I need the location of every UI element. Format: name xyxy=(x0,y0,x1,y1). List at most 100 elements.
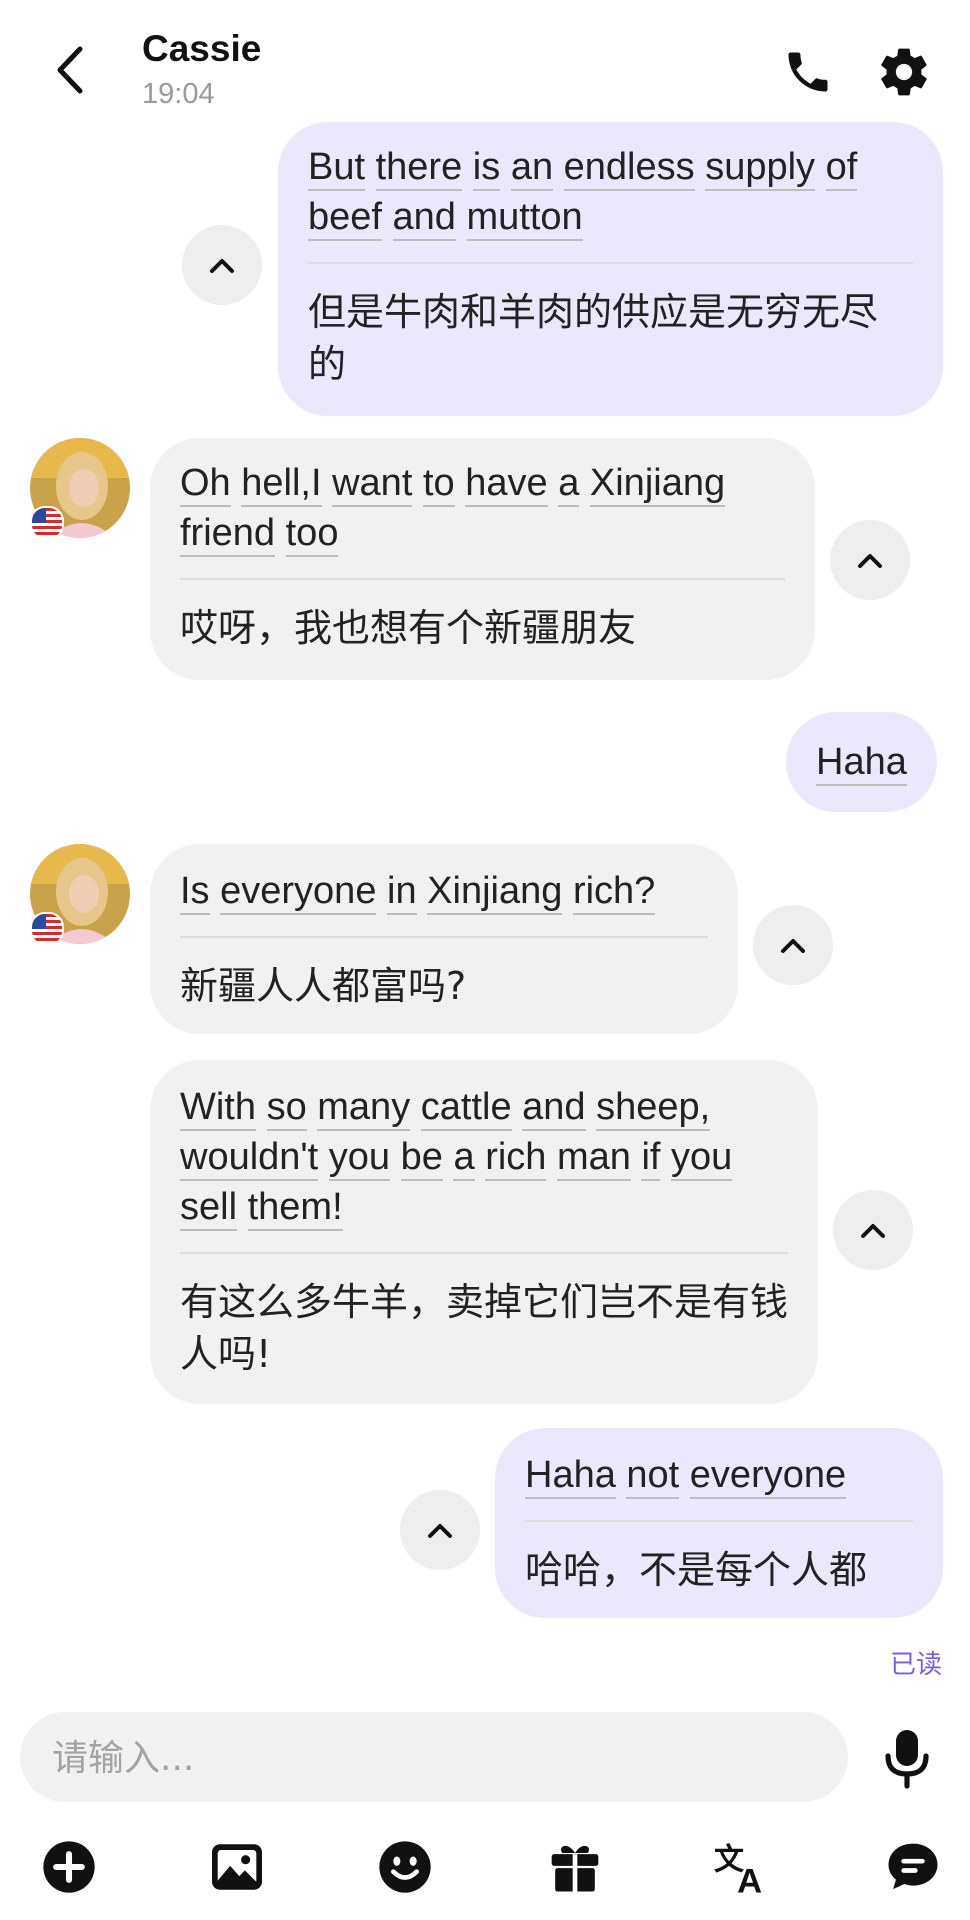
message-bubble-incoming[interactable]: Oh hell,I want to have a Xinjiang friend… xyxy=(150,438,815,680)
word-token[interactable]: sheep, xyxy=(596,1086,711,1131)
collapse-translation-button[interactable] xyxy=(830,520,910,600)
collapse-translation-button[interactable] xyxy=(182,225,262,305)
message-original-text: With so many cattle and sheep, wouldn't … xyxy=(180,1082,788,1232)
word-token[interactable]: With xyxy=(180,1086,256,1131)
translation-divider xyxy=(525,1520,913,1522)
word-token[interactable]: beef xyxy=(308,196,382,241)
call-button[interactable] xyxy=(776,40,840,104)
last-seen-time: 19:04 xyxy=(142,78,215,110)
image-button[interactable] xyxy=(200,1830,274,1904)
chevron-up-icon xyxy=(428,1524,452,1538)
word-token[interactable]: hell,I xyxy=(241,462,322,507)
word-token[interactable]: want xyxy=(332,462,413,507)
word-token[interactable]: a xyxy=(453,1136,475,1181)
collapse-translation-button[interactable] xyxy=(400,1490,480,1570)
chat-button[interactable] xyxy=(876,1830,950,1904)
word-token[interactable]: everyone xyxy=(689,1454,847,1499)
word-token[interactable]: Haha xyxy=(525,1454,616,1499)
message-bubble-outgoing[interactable]: Haha not everyone 哈哈，不是每个人都 xyxy=(495,1428,943,1618)
word-token[interactable]: them! xyxy=(247,1186,343,1231)
word-token[interactable]: rich? xyxy=(572,870,656,915)
message-input-container xyxy=(20,1712,848,1804)
word-token[interactable]: Xinjiang xyxy=(589,462,726,507)
us-flag-icon xyxy=(30,912,64,946)
word-token[interactable]: friend xyxy=(180,512,276,557)
message-original-text: Haha not everyone xyxy=(525,1450,913,1500)
translation-divider xyxy=(308,262,913,264)
word-token[interactable]: Xinjiang xyxy=(427,870,563,915)
word-token[interactable]: Haha xyxy=(816,741,907,786)
word-token[interactable]: if xyxy=(641,1136,661,1181)
message-translation-text: 哈哈，不是每个人都 xyxy=(525,1548,868,1592)
us-flag-icon xyxy=(30,506,64,540)
chevron-left-icon xyxy=(57,46,83,94)
word-token[interactable]: endless xyxy=(563,146,695,191)
collapse-translation-button[interactable] xyxy=(753,905,833,985)
emoji-button[interactable] xyxy=(368,1830,442,1904)
chat-bubble-icon xyxy=(888,1843,938,1890)
word-token[interactable]: an xyxy=(510,146,554,191)
word-token[interactable]: mutton xyxy=(466,196,583,241)
message-translation-text: 但是牛肉和羊肉的供应是无穷无尽的 xyxy=(308,290,879,386)
image-icon xyxy=(212,1844,262,1890)
word-token[interactable]: so xyxy=(266,1086,307,1131)
word-token[interactable]: is xyxy=(472,146,501,191)
gift-button[interactable] xyxy=(538,1830,612,1904)
settings-button[interactable] xyxy=(872,40,936,104)
gift-icon xyxy=(551,1845,599,1892)
word-token[interactable]: too xyxy=(285,512,339,557)
message-original-text: But there is an endless supply of beef a… xyxy=(308,142,913,242)
word-token[interactable]: be xyxy=(400,1136,443,1181)
message-original-text: Is everyone in Xinjiang rich? xyxy=(180,866,708,916)
gear-icon xyxy=(881,48,927,96)
word-token[interactable]: Oh xyxy=(180,462,231,507)
word-token[interactable]: in xyxy=(387,870,417,915)
read-status: 已读 xyxy=(889,1650,942,1680)
word-token[interactable]: many xyxy=(317,1086,411,1131)
add-button[interactable] xyxy=(32,1830,106,1904)
word-token[interactable]: wouldn't xyxy=(180,1136,319,1181)
emoji-icon xyxy=(379,1841,431,1893)
word-token[interactable]: Is xyxy=(180,870,210,915)
microphone-icon xyxy=(885,1730,929,1789)
translate-icon: 文A xyxy=(714,1842,762,1895)
message-translation-text: 哎呀，我也想有个新疆朋友 xyxy=(180,606,637,650)
message-bubble-incoming[interactable]: With so many cattle and sheep, wouldn't … xyxy=(150,1060,818,1404)
word-token[interactable]: rich xyxy=(485,1136,547,1181)
svg-text:A: A xyxy=(737,1862,762,1895)
word-token[interactable]: and xyxy=(392,196,456,241)
message-bubble-outgoing[interactable]: But there is an endless supply of beef a… xyxy=(278,122,943,416)
message-translation-text: 有这么多牛羊，卖掉它们岂不是有钱人吗! xyxy=(180,1280,789,1376)
word-token[interactable]: of xyxy=(825,146,858,191)
word-token[interactable]: not xyxy=(626,1454,680,1499)
phone-icon xyxy=(788,52,828,92)
voice-input-button[interactable] xyxy=(872,1724,942,1794)
chevron-up-icon xyxy=(861,1224,885,1238)
word-token[interactable]: there xyxy=(375,146,463,191)
word-token[interactable]: cattle xyxy=(420,1086,512,1131)
translation-divider xyxy=(180,1252,788,1254)
back-button[interactable] xyxy=(45,40,95,100)
chat-header: Cassie 19:04 xyxy=(0,0,970,120)
message-bubble-incoming[interactable]: Is everyone in Xinjiang rich? 新疆人人都富吗? xyxy=(150,844,738,1034)
word-token[interactable]: to xyxy=(422,462,455,507)
message-original-text: Oh hell,I want to have a Xinjiang friend… xyxy=(180,458,785,558)
word-token[interactable]: sell xyxy=(180,1186,238,1231)
message-bubble-outgoing[interactable]: Haha xyxy=(786,712,937,812)
word-token[interactable]: everyone xyxy=(220,870,377,915)
word-token[interactable]: supply xyxy=(705,146,816,191)
message-input[interactable] xyxy=(50,1712,814,1804)
collapse-translation-button[interactable] xyxy=(833,1190,913,1270)
word-token[interactable]: a xyxy=(558,462,580,507)
translate-button[interactable]: 文A xyxy=(707,1830,781,1904)
word-token[interactable]: But xyxy=(308,146,366,191)
word-token[interactable]: man xyxy=(556,1136,631,1181)
message-translation-text: 新疆人人都富吗? xyxy=(180,964,467,1008)
word-token[interactable]: have xyxy=(465,462,548,507)
word-token[interactable]: you xyxy=(328,1136,391,1181)
contact-name[interactable]: Cassie xyxy=(142,28,261,70)
word-token[interactable]: and xyxy=(522,1086,586,1131)
translation-divider xyxy=(180,936,708,938)
chevron-up-icon xyxy=(210,259,234,273)
word-token[interactable]: you xyxy=(671,1136,733,1181)
